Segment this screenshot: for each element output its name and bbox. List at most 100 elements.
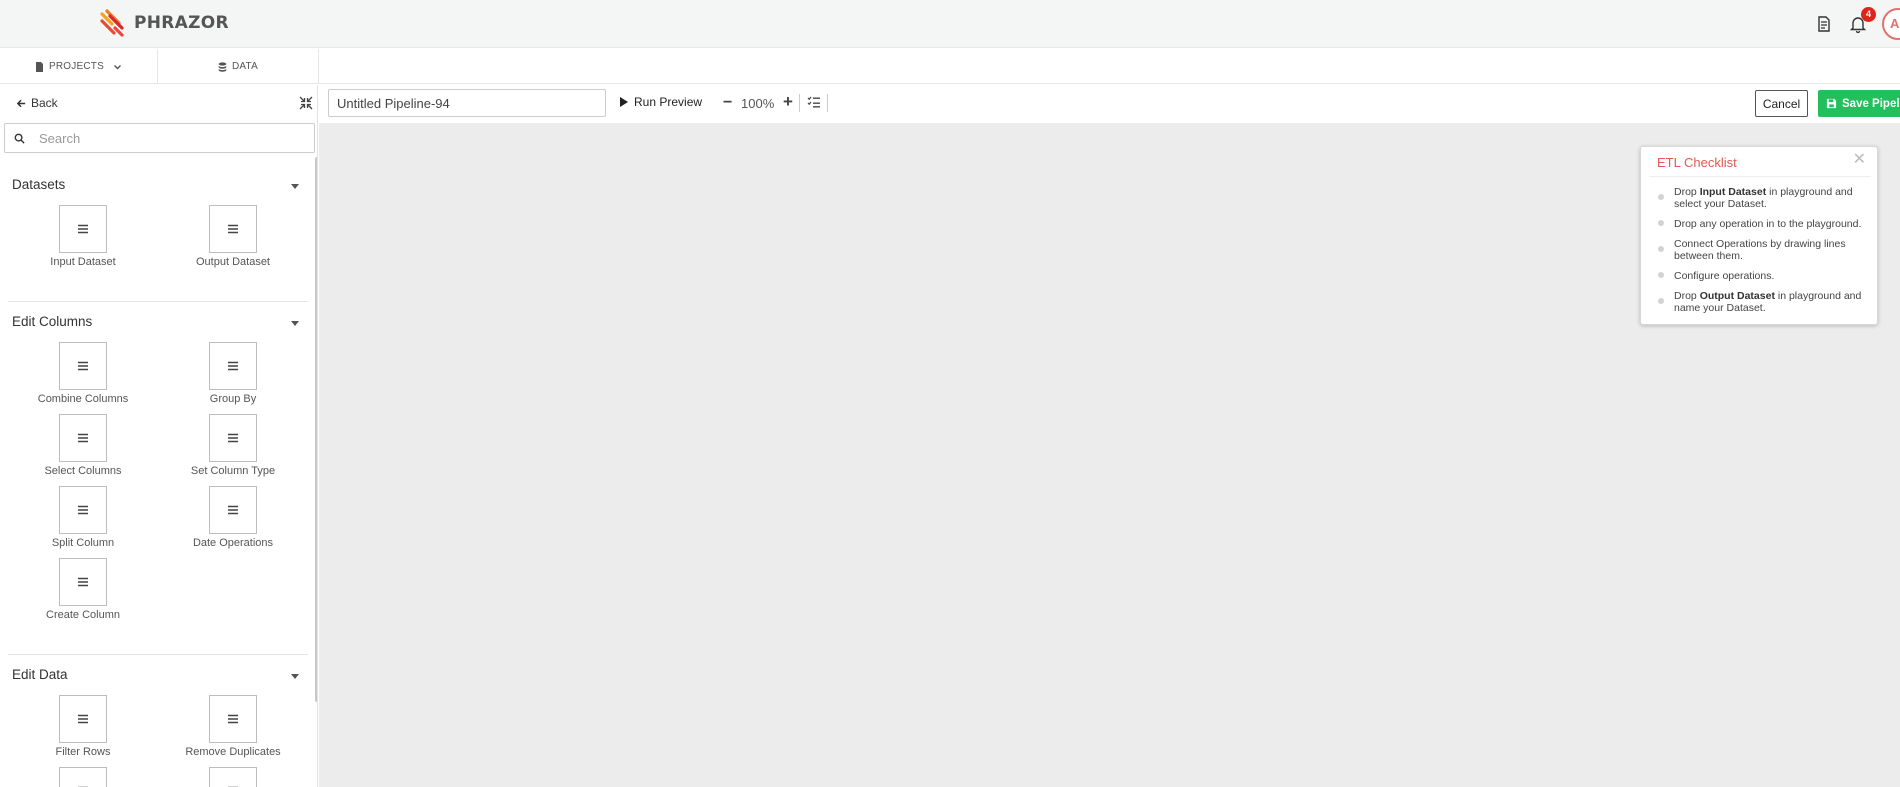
menu-lines-icon <box>228 224 238 234</box>
caret-down-icon[interactable] <box>291 674 299 679</box>
play-icon <box>620 97 628 107</box>
menu-lines-icon <box>78 577 88 587</box>
operation-icon-box <box>59 205 107 253</box>
op-label: Date Operations <box>192 537 274 549</box>
operation-icon-box <box>209 342 257 390</box>
op-label: Select Columns <box>44 465 122 477</box>
operation-icon-box <box>59 414 107 462</box>
op-set-column-type[interactable]: Set Column Type <box>173 414 293 477</box>
operation-icon-box <box>209 205 257 253</box>
nav-projects-label: PROJECTS <box>49 61 104 72</box>
section-title-edit-columns: Edit Columns <box>12 314 93 329</box>
menu-lines-icon <box>228 714 238 724</box>
menu-lines-icon <box>228 505 238 515</box>
menu-lines-icon <box>78 433 88 443</box>
phrazor-logo-icon <box>100 9 124 37</box>
op-remove-duplicates[interactable]: Remove Duplicates <box>173 695 293 758</box>
zoom-out-button[interactable]: − <box>723 95 732 111</box>
brand-logo[interactable]: PHRAZOR <box>98 6 229 40</box>
document-icon[interactable] <box>1814 14 1834 34</box>
operation-icon-box <box>59 558 107 606</box>
nav-data-label: DATA <box>232 61 258 72</box>
toolbar-divider <box>827 94 828 112</box>
notification-badge: 4 <box>1861 7 1876 22</box>
operation-icon-box <box>209 414 257 462</box>
operation-icon-box <box>59 486 107 534</box>
menu-lines-icon <box>78 361 88 371</box>
save-pipeline-label: Save Pipeline <box>1842 97 1900 110</box>
op-label: Output Dataset <box>196 256 270 268</box>
arrow-left-icon <box>16 99 26 107</box>
panel-scrollbar[interactable] <box>315 157 317 702</box>
op-date-operations[interactable]: Date Operations <box>173 486 293 549</box>
op-label: Group By <box>209 393 257 405</box>
op-split-column[interactable]: Split Column <box>23 486 143 549</box>
op-tile-partial[interactable] <box>173 767 293 787</box>
toolbar-divider <box>799 94 800 112</box>
op-combine-columns[interactable]: Combine Columns <box>23 342 143 405</box>
search-box[interactable] <box>4 123 315 153</box>
op-label: Create Column <box>46 609 120 621</box>
save-pipeline-button[interactable]: Save Pipeline <box>1818 90 1900 117</box>
op-label: Filter Rows <box>55 746 111 758</box>
op-select-columns[interactable]: Select Columns <box>23 414 143 477</box>
search-input[interactable] <box>39 130 299 146</box>
checklist-icon[interactable] <box>807 96 821 108</box>
op-input-dataset[interactable]: Input Dataset <box>23 205 143 268</box>
back-button[interactable]: Back <box>16 96 58 110</box>
zoom-level: 100% <box>741 96 775 111</box>
caret-down-icon[interactable] <box>291 321 299 326</box>
section-title-datasets: Datasets <box>12 177 66 192</box>
file-icon <box>36 61 44 72</box>
run-preview-button[interactable]: Run Preview <box>619 95 702 109</box>
checklist-item-text: Connect Operations by drawing lines betw… <box>1674 238 1846 262</box>
op-filter-rows[interactable]: Filter Rows <box>23 695 143 758</box>
checklist-item-bold: Output Dataset <box>1699 290 1775 302</box>
nav-projects[interactable]: PROJECTS <box>0 49 158 84</box>
operation-icon-box <box>59 767 107 787</box>
cancel-button[interactable]: Cancel <box>1755 90 1808 117</box>
user-avatar[interactable]: AI <box>1882 8 1900 40</box>
close-icon[interactable]: ✕ <box>1853 152 1866 168</box>
search-icon <box>14 133 25 144</box>
op-create-column[interactable]: Create Column <box>23 558 143 621</box>
checklist-item: Configure operations. <box>1674 270 1874 282</box>
etl-divider <box>1649 176 1871 177</box>
menu-lines-icon <box>78 224 88 234</box>
nav-data[interactable]: DATA <box>158 49 319 84</box>
menu-lines-icon <box>228 433 238 443</box>
checklist-item: Drop Output Dataset in playground and na… <box>1674 290 1874 314</box>
operations-panel: Back Datasets Input Dataset Output Datas… <box>0 85 318 787</box>
checklist-item-text: Drop any operation in to the playground. <box>1674 218 1862 230</box>
operation-icon-box <box>59 342 107 390</box>
menu-lines-icon <box>228 361 238 371</box>
back-label: Back <box>31 96 58 110</box>
notification-bell-icon[interactable]: 4 <box>1848 7 1876 34</box>
zoom-in-button[interactable]: + <box>783 92 793 112</box>
top-bar: PHRAZOR 4 AI <box>0 0 1900 48</box>
bullet-icon <box>1658 194 1664 200</box>
section-title-edit-data: Edit Data <box>12 667 68 682</box>
save-icon <box>1826 98 1837 109</box>
run-preview-label: Run Preview <box>634 95 703 109</box>
operation-icon-box <box>209 486 257 534</box>
checklist-item-text: Configure operations. <box>1674 270 1775 282</box>
op-tile-partial[interactable] <box>23 767 143 787</box>
checklist-item: Drop any operation in to the playground. <box>1674 218 1874 230</box>
caret-down-icon[interactable] <box>291 184 299 189</box>
menu-lines-icon <box>78 714 88 724</box>
checklist-item-text: Drop <box>1674 290 1700 302</box>
brand-name: PHRAZOR <box>134 13 229 33</box>
operation-icon-box <box>59 695 107 743</box>
op-output-dataset[interactable]: Output Dataset <box>173 205 293 268</box>
menu-lines-icon <box>78 505 88 515</box>
bullet-icon <box>1658 272 1664 278</box>
collapse-icon[interactable] <box>298 95 314 111</box>
op-label: Combine Columns <box>37 393 129 405</box>
op-group-by[interactable]: Group By <box>173 342 293 405</box>
bullet-icon <box>1658 220 1664 226</box>
pipeline-name-input[interactable] <box>328 89 606 117</box>
nav-bar: PROJECTS DATA <box>0 49 1900 84</box>
op-label: Remove Duplicates <box>185 746 281 758</box>
section-divider <box>8 654 308 655</box>
